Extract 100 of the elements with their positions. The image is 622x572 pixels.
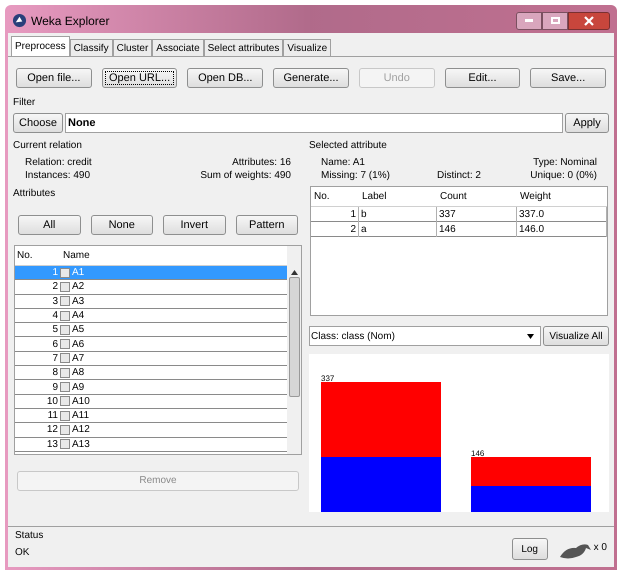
row-number: 3 — [51, 294, 59, 309]
attribute-row[interactable]: 5 A5 — [15, 323, 287, 338]
log-button[interactable]: Log — [512, 538, 548, 560]
tab[interactable]: Preprocess — [11, 36, 70, 56]
toolbar-button[interactable]: Edit... — [444, 68, 520, 88]
dropdown-arrow-icon — [527, 334, 534, 338]
window-title: Weka Explorer — [31, 12, 110, 30]
attribute-row[interactable]: 4 A4 — [15, 308, 287, 324]
section-title: Attributes — [13, 187, 56, 201]
close-button[interactable] — [568, 12, 610, 30]
checkbox[interactable] — [60, 439, 70, 450]
attribute-row[interactable]: 6 A6 — [15, 337, 287, 352]
checkbox[interactable] — [60, 368, 70, 378]
info-text: Missing: 7 (1%) — [321, 169, 391, 182]
close-icon — [584, 16, 594, 26]
toolbar-button[interactable]: Open DB... — [187, 68, 264, 88]
tab[interactable]: Cluster — [112, 39, 152, 56]
attribute-row[interactable]: 3 A3 — [15, 294, 287, 309]
attribute-name: A1 — [71, 266, 84, 280]
info-text: Relation: credit — [25, 156, 92, 169]
scroll-up-icon[interactable] — [290, 270, 298, 275]
checkbox[interactable] — [60, 268, 70, 278]
toolbar-button[interactable]: Open URL... — [102, 68, 178, 88]
checkbox[interactable] — [60, 296, 70, 306]
attribute-name: A11 — [71, 409, 90, 424]
attribute-row[interactable]: 7 A7 — [15, 352, 287, 366]
toolbar-button[interactable]: Open file... — [16, 68, 92, 88]
section-title: Selected attribute — [309, 139, 388, 153]
attribute-name: A10 — [71, 394, 90, 409]
checkbox[interactable] — [60, 382, 70, 392]
app-icon — [12, 13, 27, 28]
attribute-name: A7 — [71, 352, 84, 366]
info-text: Distinct: 2 — [436, 169, 482, 182]
bar-value-label: 146 — [471, 449, 484, 458]
section-title: Filter — [13, 96, 36, 110]
attribute-row[interactable]: 13 A13 — [15, 438, 287, 452]
attribute-row[interactable]: 9 A9 — [15, 380, 287, 395]
column-header: Label — [361, 190, 388, 204]
apply-button[interactable]: Apply — [565, 113, 609, 133]
row-number: 9 — [51, 380, 59, 395]
tab[interactable]: Select attributes — [204, 39, 284, 56]
attribute-name: A4 — [71, 309, 84, 324]
select-button[interactable]: None — [90, 215, 153, 235]
attribute-name: A2 — [71, 280, 84, 294]
attribute-name: A12 — [71, 423, 90, 438]
row-number: 8 — [51, 366, 59, 380]
row-number: 7 — [51, 352, 59, 366]
table-cell: 337.0 — [517, 207, 607, 222]
maximize-button[interactable] — [542, 12, 568, 30]
row-number: 6 — [51, 338, 59, 352]
tab[interactable]: Visualize — [283, 39, 332, 56]
checkbox[interactable] — [60, 424, 70, 435]
visualize-all-button[interactable]: Visualize All — [543, 326, 609, 346]
checkbox[interactable] — [60, 410, 70, 421]
class-dropdown[interactable]: Class: class (Nom) — [309, 326, 541, 346]
checkbox[interactable] — [60, 353, 70, 364]
row-number: 5 — [51, 323, 59, 338]
attribute-row[interactable]: 2 A2 — [15, 280, 287, 295]
info-text: Sum of weights: 490 — [200, 169, 291, 182]
row-number: 10 — [46, 394, 59, 409]
attribute-row[interactable]: 12 A12 — [15, 423, 287, 438]
select-button[interactable]: Pattern — [236, 215, 298, 235]
table-cell: 146.0 — [517, 222, 607, 237]
table-cell: b — [359, 207, 437, 222]
column-header: Name — [62, 249, 91, 263]
table-cell: 337 — [437, 207, 517, 222]
scrollbar[interactable] — [287, 246, 301, 454]
minimize-button[interactable] — [516, 12, 542, 30]
toolbar-button[interactable]: Save... — [530, 68, 606, 88]
filter-field[interactable]: None — [65, 113, 563, 133]
row-number: 13 — [46, 438, 59, 452]
attribute-row[interactable]: 11 A11 — [15, 408, 287, 424]
column-header: No. — [313, 190, 331, 204]
attribute-name: A8 — [71, 366, 84, 380]
toolbar-button[interactable]: Generate... — [273, 68, 349, 88]
section-title: Current relation — [13, 139, 83, 153]
attribute-row[interactable]: 8 A8 — [15, 366, 287, 380]
column-header: No. — [16, 249, 34, 263]
table-cell: a — [359, 222, 437, 237]
choose-button[interactable]: Choose — [13, 113, 63, 133]
checkbox[interactable] — [60, 310, 70, 321]
row-number: 11 — [46, 409, 59, 424]
select-button[interactable]: All — [18, 215, 80, 235]
info-text: Type: Nominal — [532, 156, 597, 169]
info-text: Attributes: 16 — [232, 156, 291, 169]
attribute-name: A3 — [71, 294, 84, 309]
checkbox[interactable] — [60, 396, 70, 406]
checkbox[interactable] — [60, 339, 70, 350]
checkbox[interactable] — [60, 282, 70, 292]
row-number: 1 — [51, 266, 59, 280]
tab[interactable]: Associate — [152, 39, 204, 56]
info-text: Name: A1 — [321, 156, 366, 169]
bar-value-label: 337 — [321, 374, 334, 383]
attribute-row[interactable]: 10 A10 — [15, 394, 287, 409]
select-button[interactable]: Invert — [163, 215, 226, 235]
checkbox[interactable] — [60, 324, 70, 335]
attribute-name: A5 — [71, 323, 84, 338]
info-text: Instances: 490 — [25, 169, 90, 182]
tab[interactable]: Classify — [70, 39, 113, 56]
attribute-name: A6 — [71, 338, 84, 352]
